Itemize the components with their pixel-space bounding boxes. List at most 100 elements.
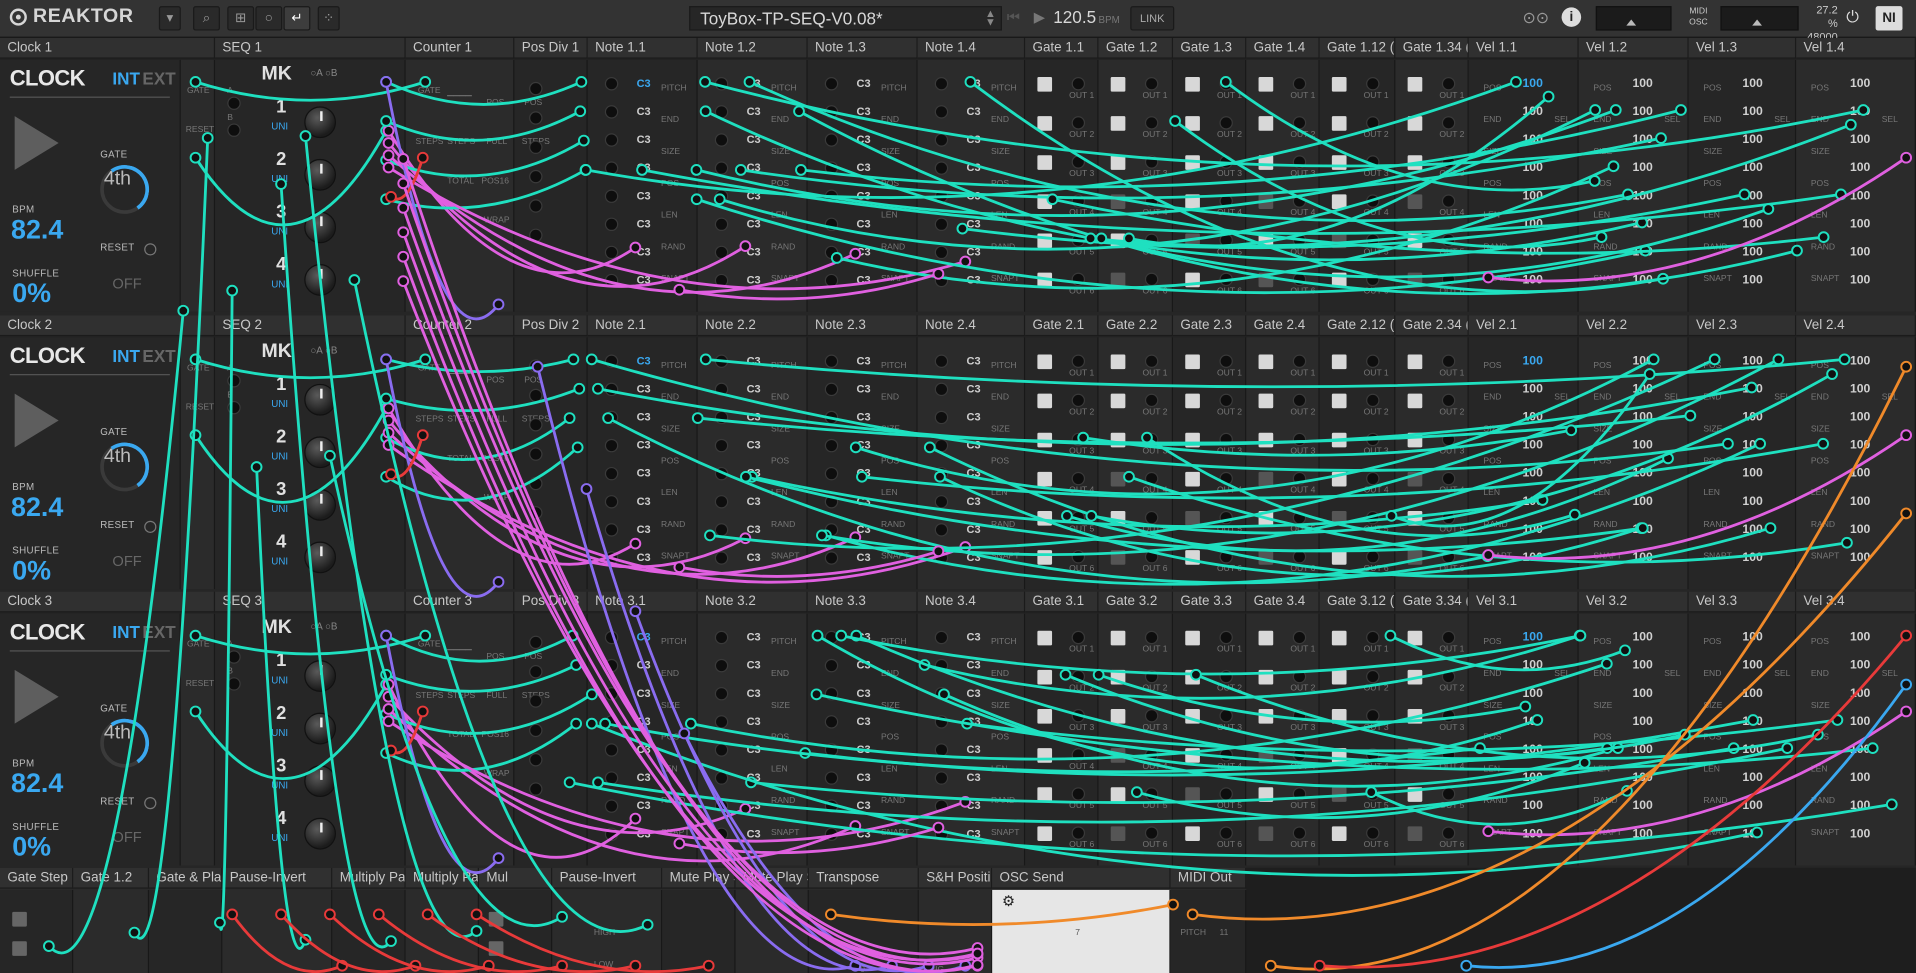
gate-step-toggle[interactable] — [1185, 155, 1200, 170]
gate-step-toggle[interactable] — [1331, 155, 1347, 170]
jack[interactable] — [604, 105, 619, 119]
jack[interactable] — [824, 354, 839, 368]
velocity-value[interactable]: 100 — [1850, 467, 1870, 480]
jack[interactable] — [529, 476, 543, 491]
note-value[interactable]: C3 — [967, 246, 981, 258]
seq-channel-mode[interactable]: UNI — [271, 174, 288, 185]
note-value[interactable]: C3 — [747, 189, 761, 201]
note-value[interactable]: C3 — [747, 439, 761, 451]
velocity-value[interactable]: 100 — [1632, 467, 1652, 480]
note-value[interactable]: C3 — [637, 799, 651, 811]
jack[interactable] — [1292, 669, 1307, 684]
velocity-value[interactable]: 100 — [1632, 551, 1652, 564]
jack[interactable] — [714, 438, 729, 453]
jack[interactable] — [1071, 510, 1086, 525]
input-level-meter[interactable] — [1595, 6, 1672, 31]
module-header[interactable]: Mul — [478, 867, 553, 889]
jack[interactable] — [934, 715, 949, 729]
jack[interactable] — [824, 551, 839, 565]
jack[interactable] — [934, 438, 949, 453]
note-value[interactable]: C3 — [637, 274, 651, 286]
jack[interactable] — [1071, 393, 1086, 408]
jack[interactable] — [1219, 510, 1233, 525]
note-value[interactable]: C3 — [747, 551, 761, 563]
jack[interactable] — [1292, 787, 1307, 801]
note-value[interactable]: C3 — [747, 354, 761, 366]
jack[interactable] — [1071, 630, 1086, 645]
seq-ab-switch[interactable]: ○A ○B — [310, 67, 337, 78]
jack[interactable] — [529, 447, 543, 461]
module-header[interactable]: Note 3.4 — [917, 591, 1026, 613]
jack[interactable] — [1441, 787, 1456, 801]
gate-step-toggle[interactable] — [1037, 272, 1053, 288]
jack[interactable] — [1071, 787, 1086, 801]
off-label[interactable]: OFF — [112, 275, 141, 292]
note-value[interactable]: C3 — [857, 133, 871, 145]
module-header[interactable]: Gate 1.1 — [1025, 37, 1099, 59]
ni-icon[interactable]: NI — [1875, 6, 1903, 31]
output-level-meter[interactable] — [1720, 6, 1799, 31]
velocity-value[interactable]: 100 — [1742, 687, 1762, 700]
gate-step-toggle[interactable] — [1110, 432, 1126, 448]
velocity-value[interactable]: 100 — [1742, 274, 1762, 287]
note-value[interactable]: C3 — [637, 383, 651, 395]
reset-power-icon[interactable] — [144, 797, 157, 810]
seq-channel-knob[interactable] — [304, 158, 337, 191]
module-header[interactable]: Gate 2.34 ( — [1395, 315, 1469, 337]
jack[interactable] — [824, 495, 839, 509]
velocity-value[interactable]: 100 — [1522, 523, 1542, 536]
module-header[interactable]: Note 2.2 — [697, 315, 808, 337]
bottom-toggle[interactable] — [12, 911, 27, 927]
jack[interactable] — [824, 630, 839, 645]
gate-step-toggle[interactable] — [1331, 471, 1347, 487]
jack[interactable] — [934, 827, 949, 842]
jack[interactable] — [529, 111, 543, 125]
seq-channel-knob[interactable] — [304, 383, 337, 416]
jack[interactable] — [1292, 272, 1307, 287]
velocity-value[interactable]: 100 — [1742, 715, 1762, 728]
jack[interactable] — [824, 466, 839, 481]
int-ext-switch[interactable]: INT EXT — [112, 68, 175, 88]
velocity-value[interactable]: 100 — [1632, 828, 1652, 841]
gate-step-toggle[interactable] — [1331, 630, 1347, 646]
jack[interactable] — [1292, 77, 1307, 91]
velocity-value[interactable]: 100 — [1850, 523, 1870, 536]
jack[interactable] — [714, 551, 729, 565]
gate-step-toggle[interactable] — [1037, 432, 1053, 448]
seq-channel-mode[interactable]: UNI — [271, 727, 288, 738]
note-value[interactable]: C3 — [637, 495, 651, 507]
jack[interactable] — [714, 105, 729, 119]
gate-step-toggle[interactable] — [1407, 155, 1423, 170]
jack[interactable] — [227, 374, 241, 388]
gate-step-toggle[interactable] — [1407, 826, 1423, 842]
jack[interactable] — [934, 382, 949, 397]
jack[interactable] — [1366, 194, 1380, 208]
note-value[interactable]: C3 — [857, 495, 871, 507]
jack[interactable] — [824, 743, 839, 757]
jack[interactable] — [1366, 630, 1380, 645]
note-value[interactable]: C3 — [747, 771, 761, 783]
jack[interactable] — [1292, 748, 1307, 762]
seq-channel-mode[interactable]: UNI — [271, 121, 288, 132]
velocity-value[interactable]: 100 — [1742, 523, 1762, 536]
jack[interactable] — [1144, 233, 1159, 247]
module-header[interactable]: Gate 2.4 — [1246, 315, 1320, 337]
transport-back-icon[interactable]: ⏮ — [1007, 9, 1020, 33]
jack[interactable] — [1366, 471, 1380, 486]
velocity-value[interactable]: 100 — [1742, 631, 1762, 644]
panel-grid-icon[interactable]: ⊞ — [227, 6, 255, 31]
jack[interactable] — [604, 217, 619, 232]
gate-step-toggle[interactable] — [1185, 393, 1200, 409]
jack[interactable] — [934, 273, 949, 288]
note-value[interactable]: C3 — [857, 274, 871, 286]
jack[interactable] — [604, 523, 619, 537]
jack[interactable] — [934, 551, 949, 565]
module-header[interactable]: Clock 3 — [0, 591, 216, 613]
jack[interactable] — [604, 743, 619, 757]
jack[interactable] — [934, 630, 949, 645]
jack[interactable] — [1144, 550, 1159, 564]
seq-channel-knob[interactable] — [304, 488, 337, 521]
jack[interactable] — [1219, 77, 1233, 91]
velocity-value[interactable]: 100 — [1632, 439, 1652, 452]
velocity-value[interactable]: 100 — [1632, 246, 1652, 259]
